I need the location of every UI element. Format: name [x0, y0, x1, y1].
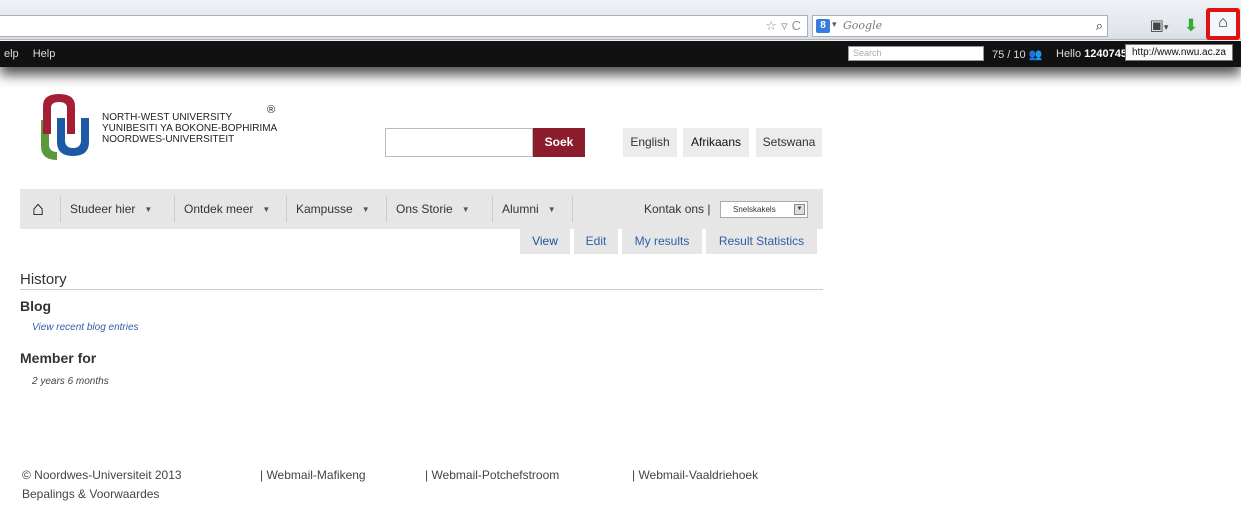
admin-menu-help[interactable]: Help — [33, 48, 56, 60]
chevron-down-icon: ▼ — [794, 204, 805, 215]
reload-icon[interactable]: C — [792, 18, 801, 33]
caret-down-icon: ▼ — [361, 205, 370, 214]
admin-search-input[interactable]: Search — [848, 46, 984, 61]
nav-label: Studeer hier — [70, 202, 136, 216]
home-button[interactable]: ⌂ — [1206, 8, 1240, 40]
blog-heading: Blog — [20, 298, 52, 314]
nav-divider — [174, 196, 175, 222]
terms-link[interactable]: Bepalings & Voorwaardes — [22, 487, 159, 501]
quicklinks-select[interactable]: Snelskakels ▼ — [720, 201, 808, 218]
nav-label: Kampusse — [296, 202, 353, 216]
page-title: History — [20, 271, 67, 288]
nav-divider — [286, 196, 287, 222]
university-logo[interactable] — [35, 90, 95, 162]
home-tooltip: http://www.nwu.ac.za — [1125, 44, 1233, 61]
contact-link[interactable]: Kontak ons | — [644, 202, 711, 216]
url-bar-icons: ☆ ▿ C — [761, 18, 801, 34]
user-id: 1240745 — [1084, 48, 1127, 60]
nav-label: Ons Storie — [396, 202, 453, 216]
lang-english[interactable]: English — [623, 128, 677, 157]
webmail-vaaldriehoek-link[interactable]: | Webmail-Vaaldriehoek — [632, 468, 758, 482]
nav-ons-storie[interactable]: Ons Storie ▼ — [396, 202, 470, 216]
copyright: © Noordwes-Universiteit 2013 — [22, 468, 182, 482]
university-name: NORTH-WEST UNIVERSITY YUNIBESITI YA BOKO… — [102, 112, 277, 145]
search-button[interactable]: Soek — [533, 128, 585, 157]
nav-label: Ontdek meer — [184, 202, 254, 216]
nav-divider — [492, 196, 493, 222]
member-duration: 2 years 6 months — [32, 376, 109, 387]
admin-toolbar: elp Help Search 75 / 10 👥 Hello 1240745 — [0, 41, 1241, 67]
user-greeting[interactable]: Hello 1240745 — [1056, 48, 1127, 60]
logo-line-afrikaans: NOORDWES-UNIVERSITEIT — [102, 134, 235, 145]
download-icon[interactable]: ⬇ — [1180, 14, 1202, 38]
quicklinks-value: Snelskakels — [733, 205, 776, 214]
webmail-mafikeng-link[interactable]: | Webmail-Mafikeng — [260, 468, 366, 482]
search-engine-icon[interactable]: 8 — [816, 19, 830, 33]
home-icon[interactable]: ⌂ — [32, 198, 44, 221]
browser-toolbar: ☆ ▿ C 8 ▾ Google ⌕ ▣▾ ⬇ ⌂ — [0, 0, 1241, 40]
nav-divider — [386, 196, 387, 222]
admin-menu-item[interactable]: elp — [4, 48, 19, 60]
caret-down-icon: ▼ — [461, 205, 470, 214]
home-icon: ⌂ — [1218, 14, 1228, 31]
nav-kampusse[interactable]: Kampusse ▼ — [296, 202, 370, 216]
browser-search-box[interactable]: 8 ▾ Google ⌕ — [812, 15, 1108, 37]
tab-edit[interactable]: Edit — [574, 229, 618, 254]
users-icon: 👥 — [1028, 49, 1043, 61]
nav-divider — [572, 196, 573, 222]
caret-down-icon: ▼ — [547, 205, 556, 214]
webmail-potchefstroom-link[interactable]: | Webmail-Potchefstroom — [425, 468, 559, 482]
user-stats: 75 / 10 👥 — [992, 48, 1042, 61]
title-divider — [20, 289, 823, 290]
history-dropdown-icon[interactable]: ▿ — [781, 18, 788, 33]
nav-label: Alumni — [502, 202, 539, 216]
registered-mark: ® — [267, 104, 276, 116]
tab-result-statistics[interactable]: Result Statistics — [706, 229, 817, 254]
nav-divider — [60, 196, 61, 222]
caret-down-icon: ▼ — [262, 205, 271, 214]
tab-view[interactable]: View — [520, 229, 570, 254]
logo-line-setswana: YUNIBESITI YA BOKONE-BOPHIRIMA — [102, 123, 278, 134]
greeting-text: Hello — [1056, 48, 1082, 60]
nav-studeer-hier[interactable]: Studeer hier ▼ — [70, 202, 152, 216]
site-search-input[interactable] — [385, 128, 533, 157]
chevron-down-icon[interactable]: ▾ — [832, 19, 837, 30]
tab-my-results[interactable]: My results — [622, 229, 702, 254]
bookmarks-menu-button[interactable]: ▣▾ — [1144, 14, 1174, 38]
user-count: 75 / 10 — [992, 49, 1026, 61]
search-engine-placeholder: Google — [843, 19, 883, 32]
admin-menu: elp Help — [4, 48, 69, 60]
url-bar[interactable]: ☆ ▿ C — [0, 15, 808, 37]
blog-entries-link[interactable]: View recent blog entries — [32, 322, 139, 333]
member-for-heading: Member for — [20, 350, 97, 366]
nav-ontdek-meer[interactable]: Ontdek meer ▼ — [184, 202, 270, 216]
nav-alumni[interactable]: Alumni ▼ — [502, 202, 556, 216]
lang-setswana[interactable]: Setswana — [756, 128, 822, 157]
caret-down-icon: ▼ — [144, 205, 153, 214]
lang-afrikaans[interactable]: Afrikaans — [683, 128, 749, 157]
search-icon[interactable]: ⌕ — [1096, 18, 1103, 34]
logo-line-english: NORTH-WEST UNIVERSITY — [102, 112, 233, 123]
bookmark-star-icon[interactable]: ☆ — [765, 18, 777, 33]
main-nav: ⌂ Studeer hier ▼ Ontdek meer ▼ Kampusse ▼ O… — [20, 189, 823, 229]
